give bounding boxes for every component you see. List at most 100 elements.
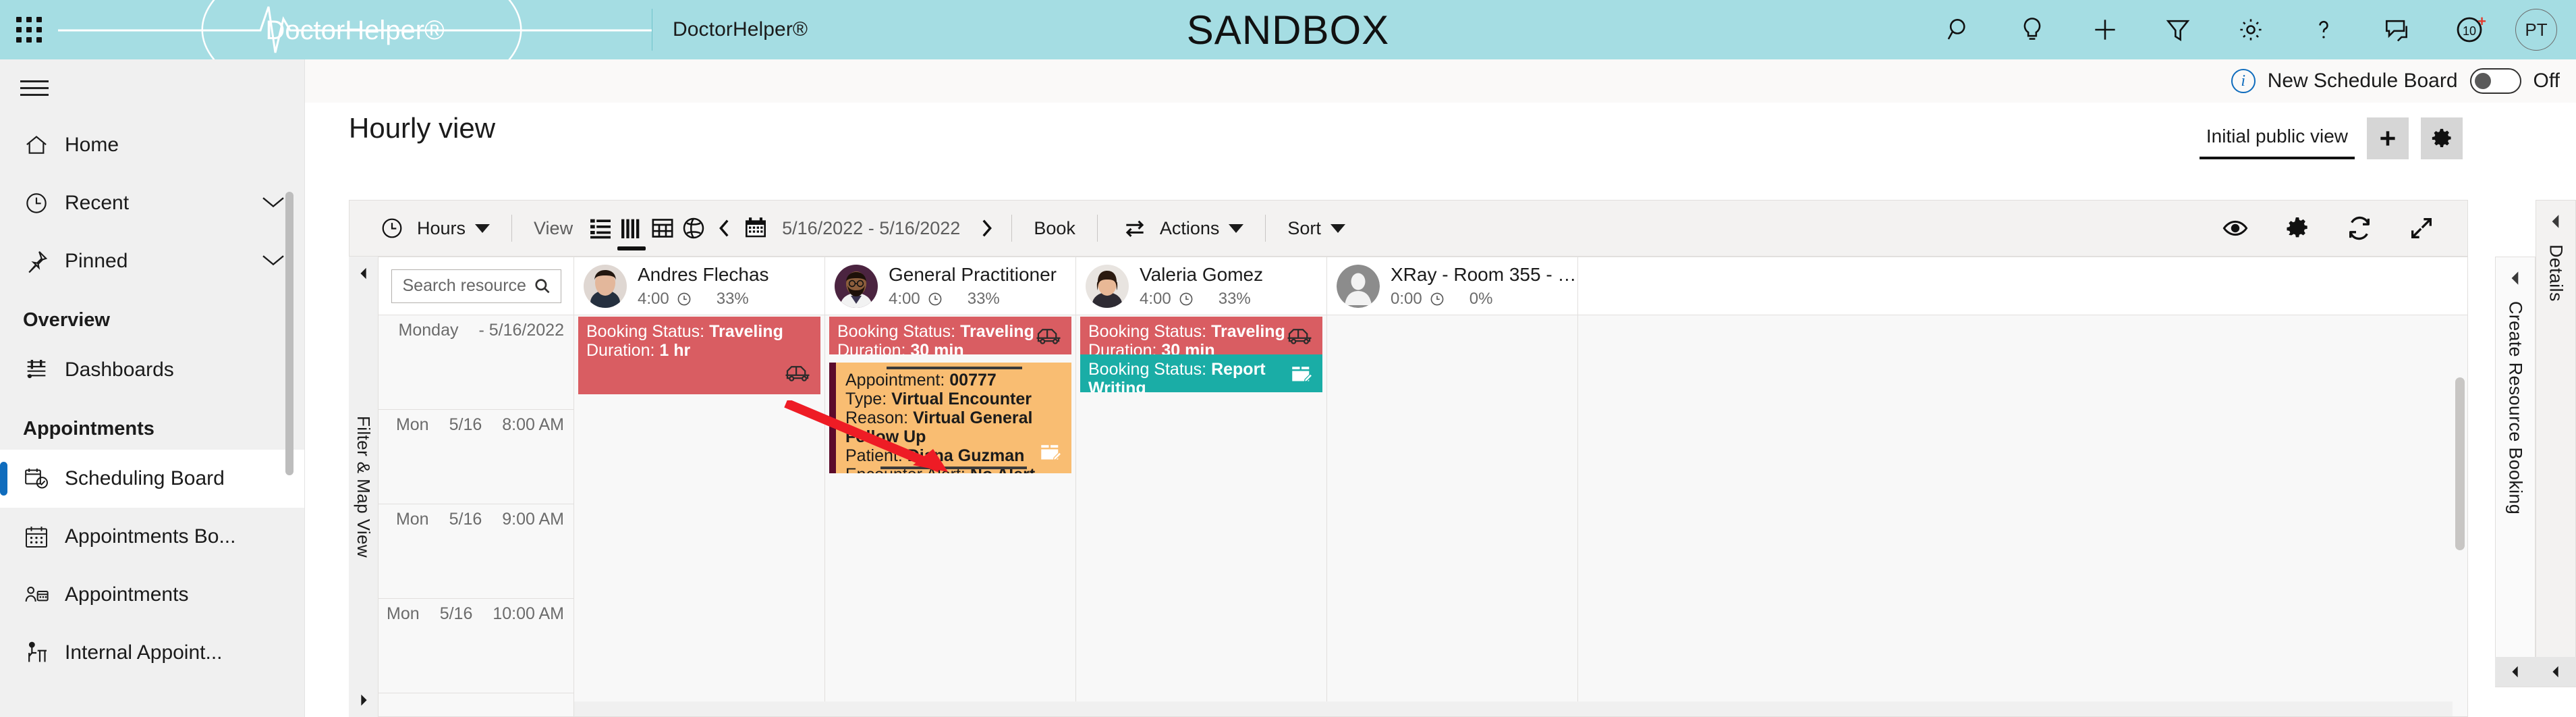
sidebar-item-recent[interactable]: Recent [0, 174, 304, 232]
resource-column-header[interactable]: General Practitioner 4:00 33% [825, 257, 1076, 315]
avatar-initials: PT [2525, 19, 2548, 40]
reason-label: Reason: [845, 408, 909, 427]
search-icon[interactable] [532, 275, 552, 298]
date-range-label[interactable]: 5/16/2022 - 5/16/2022 [771, 218, 971, 239]
actions-dropdown[interactable]: Actions [1107, 207, 1256, 250]
hours-dropdown[interactable]: Hours [364, 207, 502, 250]
booking-card[interactable]: Booking Status: Report Writing Duration:… [1080, 354, 1322, 392]
car-icon [1035, 326, 1062, 349]
plus-icon[interactable] [2069, 0, 2141, 59]
chevron-down-icon[interactable] [260, 251, 287, 272]
appointment-reason-line: Reason: Virtual General Follow Up [845, 408, 1063, 446]
time-row-label: Mon 5/16 10:00 AM [387, 604, 564, 624]
filter-panel-expand-top[interactable] [349, 266, 378, 281]
clock-icon [23, 190, 65, 217]
sidebar-item-appointments-board[interactable]: Appointments Bo... [0, 508, 304, 566]
schedule-body: Monday - 5/16/2022 Mon 5/16 8:00 AM Mon [379, 315, 2467, 716]
booking-lane[interactable]: Booking Status: Traveling Duration: 1 hr [574, 315, 825, 716]
booking-lane[interactable]: Booking Status: Traveling Duration: 30 m… [825, 315, 1076, 716]
toggle-state-label: Off [2533, 70, 2560, 92]
details-bottom-button[interactable] [2536, 657, 2576, 687]
schedule-horizontal-scrollbar[interactable] [574, 701, 2453, 716]
filter-icon[interactable] [2141, 0, 2214, 59]
heartbeat-logo-icon: DoctorHelper® [58, 0, 652, 59]
help-icon[interactable] [2287, 0, 2360, 59]
resource-column-header[interactable]: Andres Flechas 4:00 33% [574, 257, 825, 315]
actions-label: Actions [1159, 217, 1220, 238]
sidebar-item-appointments[interactable]: Appointments [0, 566, 304, 624]
create-resource-booking-bottom-button[interactable] [2495, 657, 2536, 687]
appointment-card[interactable]: Appointment: 00777 Type: Virtual Encount… [829, 363, 1071, 473]
scheduling-board: Hours View 5/16/2022 - 5/16/2022 Book Ac… [349, 200, 2468, 717]
avatar [584, 264, 627, 308]
sidebar-item-dashboards[interactable]: Dashboards [0, 341, 304, 399]
toolbar-divider [1265, 215, 1266, 242]
search-resource-box[interactable] [391, 269, 561, 303]
sidebar-toggle-button[interactable] [0, 59, 304, 116]
chevron-down-icon[interactable] [260, 193, 287, 214]
sidebar-item-internal-appointments[interactable]: Internal Appoint... [0, 624, 304, 682]
column-view-icon[interactable] [616, 213, 647, 250]
book-button[interactable]: Book [1021, 207, 1088, 250]
appointment-value: 00777 [949, 371, 997, 390]
expand-icon[interactable] [2390, 213, 2453, 244]
scrollbar-thumb[interactable] [2455, 377, 2465, 550]
notification-plus: + [2477, 13, 2486, 30]
resource-utilization: 0% [1469, 289, 1493, 308]
notifications-icon[interactable]: 10 + [2433, 0, 2506, 59]
expand-left-icon[interactable] [2507, 269, 2524, 290]
booking-lane[interactable]: Booking Status: Traveling Duration: 30 m… [1076, 315, 1327, 716]
booking-lane[interactable] [1327, 315, 1578, 716]
details-rail[interactable]: Details [2536, 200, 2576, 687]
tab-initial-public-view[interactable]: Initial public view [2199, 126, 2355, 159]
feedback-icon[interactable] [2360, 0, 2433, 59]
note-edit-icon [1039, 441, 1062, 465]
map-view-icon[interactable] [678, 213, 709, 244]
sidebar-scrollbar[interactable] [285, 192, 293, 475]
schedule-vertical-scrollbar[interactable] [2455, 377, 2465, 693]
resource-name: Andres Flechas [638, 263, 769, 285]
refresh-icon[interactable] [2328, 213, 2390, 244]
booking-card[interactable]: Booking Status: Traveling Duration: 1 hr [578, 317, 820, 394]
resource-column-header[interactable]: Valeria Gomez 4:00 33% [1076, 257, 1327, 315]
user-avatar[interactable]: PT [2515, 9, 2557, 51]
grid-view-icon[interactable] [647, 213, 678, 244]
view-settings-button[interactable] [2421, 117, 2463, 159]
toolbar-divider [1011, 215, 1013, 242]
app-launcher-button[interactable] [0, 0, 58, 59]
search-icon[interactable] [1923, 0, 1996, 59]
next-date-button[interactable] [971, 213, 1002, 244]
chevron-down-icon [1330, 223, 1345, 233]
calendar-icon [23, 523, 65, 550]
eye-icon[interactable] [2204, 213, 2266, 244]
search-resource-input[interactable] [402, 276, 533, 296]
add-view-button[interactable] [2367, 117, 2409, 159]
time-row-label: Mon 5/16 8:00 AM [396, 415, 564, 435]
sort-dropdown[interactable]: Sort [1275, 207, 1357, 250]
create-resource-booking-rail[interactable]: Create Resource Booking [2495, 257, 2536, 687]
create-resource-booking-label: Create Resource Booking [2505, 301, 2526, 515]
main-content: i New Schedule Board Off Hourly view Ini… [305, 59, 2576, 717]
booking-card[interactable]: Booking Status: Traveling Duration: 30 m… [1080, 317, 1322, 354]
clock-icon [1179, 292, 1193, 305]
appointment-id-line: Appointment: 00777 [845, 371, 1063, 390]
brand-logo[interactable]: DoctorHelper® [58, 0, 652, 59]
info-icon[interactable]: i [2231, 69, 2256, 93]
calendar-picker-icon[interactable] [740, 213, 771, 244]
resource-column-header[interactable]: XRay - Room 355 - Be... 0:00 0% [1327, 257, 1579, 315]
sidebar-item-pinned[interactable]: Pinned [0, 232, 304, 290]
gear-icon[interactable] [2214, 0, 2287, 59]
expand-left-icon[interactable] [2547, 213, 2565, 234]
booking-card[interactable]: Booking Status: Traveling Duration: 30 m… [829, 317, 1071, 354]
list-view-icon[interactable] [585, 213, 616, 244]
filter-panel-expand-bottom[interactable] [349, 693, 378, 708]
gear-icon[interactable] [2266, 213, 2328, 244]
new-schedule-board-switch[interactable] [2469, 68, 2521, 94]
sidebar-item-scheduling-board[interactable]: Scheduling Board [0, 450, 304, 508]
filter-map-view-panel[interactable]: Filter & Map View [349, 257, 379, 717]
sidebar-item-home[interactable]: Home [0, 116, 304, 174]
booking-status-label: Booking Status: [586, 322, 705, 341]
previous-date-button[interactable] [709, 213, 740, 244]
lightbulb-icon[interactable] [1996, 0, 2069, 59]
resource-header-filler [1578, 257, 2467, 315]
